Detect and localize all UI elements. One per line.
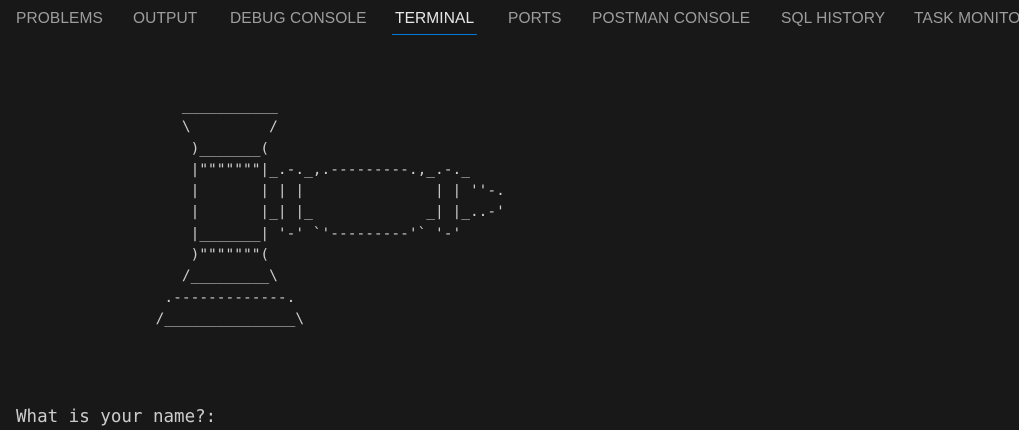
tab-label: PROBLEMS (16, 10, 103, 27)
terminal-area[interactable]: ___________ \ / )_______( |"""""""|_.-._… (0, 38, 1019, 430)
bottom-panel: PROBLEMS OUTPUT DEBUG CONSOLE TERMINAL P… (0, 0, 1019, 430)
tab-label: SQL HISTORY (781, 10, 886, 27)
tab-label: PORTS (508, 10, 562, 27)
tab-debug-console[interactable]: DEBUG CONSOLE (230, 0, 367, 38)
tab-sql-history[interactable]: SQL HISTORY (781, 0, 885, 38)
tab-ports[interactable]: PORTS (508, 0, 562, 38)
tab-label: OUTPUT (133, 10, 198, 27)
tab-label: POSTMAN CONSOLE (592, 10, 751, 27)
tab-output[interactable]: OUTPUT (133, 0, 197, 38)
panel-tab-bar: PROBLEMS OUTPUT DEBUG CONSOLE TERMINAL P… (0, 0, 1019, 38)
tab-label: TASK MONITO (914, 10, 1019, 27)
tab-task-monitor[interactable]: TASK MONITO (914, 0, 1019, 38)
terminal-input[interactable] (216, 406, 925, 428)
active-tab-indicator (392, 34, 478, 35)
tab-label: TERMINAL (395, 10, 475, 27)
tab-problems[interactable]: PROBLEMS (16, 0, 103, 38)
tab-postman-console[interactable]: POSTMAN CONSOLE (592, 0, 750, 38)
tab-label: DEBUG CONSOLE (230, 10, 367, 27)
prompt-text: What is your name?: (16, 407, 217, 427)
gavel-ascii-art: ___________ \ / )_______( |"""""""|_.-._… (155, 98, 505, 327)
terminal-prompt-line: What is your name?: (16, 405, 925, 429)
tab-terminal[interactable]: TERMINAL (392, 0, 478, 38)
